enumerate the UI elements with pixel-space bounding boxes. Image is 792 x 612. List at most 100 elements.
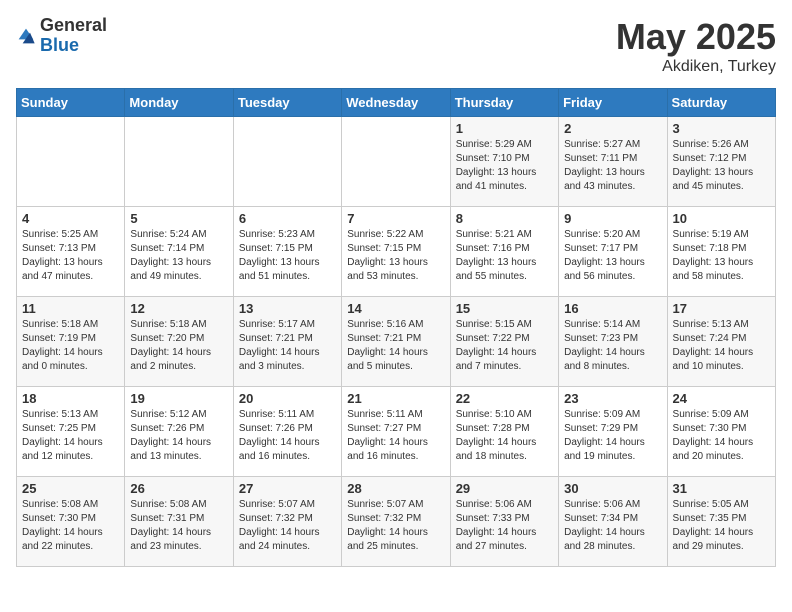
day-number: 14 — [347, 301, 444, 316]
table-row — [125, 117, 233, 207]
day-info: Sunrise: 5:09 AM Sunset: 7:29 PM Dayligh… — [564, 408, 661, 464]
day-number: 13 — [239, 301, 336, 316]
day-number: 11 — [22, 301, 119, 316]
table-row: 6 Sunrise: 5:23 AM Sunset: 7:15 PM Daylig… — [233, 207, 341, 297]
day-info: Sunrise: 5:14 AM Sunset: 7:23 PM Dayligh… — [564, 318, 661, 374]
day-number: 26 — [130, 481, 227, 496]
day-info: Sunrise: 5:06 AM Sunset: 7:34 PM Dayligh… — [564, 498, 661, 554]
table-row: 2 Sunrise: 5:27 AM Sunset: 7:11 PM Daylig… — [559, 117, 667, 207]
table-row: 8Sunrise: 5:21 AM Sunset: 7:16 PM Daylig… — [450, 207, 558, 297]
day-number: 6 — [239, 211, 336, 226]
day-info: Sunrise: 5:27 AM Sunset: 7:11 PM Dayligh… — [564, 138, 661, 194]
table-row: 1 Sunrise: 5:29 AM Sunset: 7:10 PM Daylig… — [450, 117, 558, 207]
table-row: 23 Sunrise: 5:09 AM Sunset: 7:29 PM Dayli… — [559, 387, 667, 477]
table-row: 22 Sunrise: 5:10 AM Sunset: 7:28 PM Dayli… — [450, 387, 558, 477]
day-number: 8 — [456, 211, 553, 226]
calendar-body: 1 Sunrise: 5:29 AM Sunset: 7:10 PM Daylig… — [17, 117, 776, 567]
day-number: 17 — [673, 301, 770, 316]
table-row — [17, 117, 125, 207]
weekday-thursday: Thursday — [450, 89, 558, 117]
title-block: May 2025 Akdiken, Turkey — [616, 16, 776, 76]
day-number: 29 — [456, 481, 553, 496]
calendar-header: Sunday Monday Tuesday Wednesday Thursday… — [17, 89, 776, 117]
day-number: 9 — [564, 211, 661, 226]
table-row: 9 Sunrise: 5:20 AM Sunset: 7:17 PM Daylig… — [559, 207, 667, 297]
logo-general-text: General — [40, 16, 107, 36]
day-number: 18 — [22, 391, 119, 406]
day-number: 2 — [564, 121, 661, 136]
logo: General Blue — [16, 16, 107, 56]
day-number: 7 — [347, 211, 444, 226]
table-row: 7 Sunrise: 5:22 AM Sunset: 7:15 PM Daylig… — [342, 207, 450, 297]
table-row: 31Sunrise: 5:05 AM Sunset: 7:35 PM Dayli… — [667, 477, 775, 567]
day-info: Sunrise: 5:06 AM Sunset: 7:33 PM Dayligh… — [456, 498, 553, 554]
weekday-sunday: Sunday — [17, 89, 125, 117]
day-info: Sunrise: 5:16 AM Sunset: 7:21 PM Dayligh… — [347, 318, 444, 374]
table-row: 3 Sunrise: 5:26 AM Sunset: 7:12 PM Daylig… — [667, 117, 775, 207]
day-number: 5 — [130, 211, 227, 226]
table-row: 19 Sunrise: 5:12 AM Sunset: 7:26 PM Dayli… — [125, 387, 233, 477]
day-number: 25 — [22, 481, 119, 496]
day-number: 16 — [564, 301, 661, 316]
table-row: 4Sunrise: 5:25 AM Sunset: 7:13 PM Daylig… — [17, 207, 125, 297]
day-number: 19 — [130, 391, 227, 406]
day-number: 10 — [673, 211, 770, 226]
day-info: Sunrise: 5:07 AM Sunset: 7:32 PM Dayligh… — [239, 498, 336, 554]
day-info: Sunrise: 5:26 AM Sunset: 7:12 PM Dayligh… — [673, 138, 770, 194]
day-info: Sunrise: 5:23 AM Sunset: 7:15 PM Dayligh… — [239, 228, 336, 284]
table-row: 26 Sunrise: 5:08 AM Sunset: 7:31 PM Dayli… — [125, 477, 233, 567]
day-info: Sunrise: 5:13 AM Sunset: 7:24 PM Dayligh… — [673, 318, 770, 374]
weekday-friday: Friday — [559, 89, 667, 117]
day-info: Sunrise: 5:08 AM Sunset: 7:30 PM Dayligh… — [22, 498, 119, 554]
day-number: 1 — [456, 121, 553, 136]
day-number: 15 — [456, 301, 553, 316]
day-info: Sunrise: 5:29 AM Sunset: 7:10 PM Dayligh… — [456, 138, 553, 194]
location-title: Akdiken, Turkey — [616, 58, 776, 76]
table-row — [342, 117, 450, 207]
day-number: 22 — [456, 391, 553, 406]
logo-icon — [16, 26, 36, 46]
day-info: Sunrise: 5:25 AM Sunset: 7:13 PM Dayligh… — [22, 228, 119, 284]
table-row: 28Sunrise: 5:07 AM Sunset: 7:32 PM Dayli… — [342, 477, 450, 567]
weekday-monday: Monday — [125, 89, 233, 117]
day-number: 23 — [564, 391, 661, 406]
day-number: 3 — [673, 121, 770, 136]
calendar-table: Sunday Monday Tuesday Wednesday Thursday… — [16, 88, 776, 567]
day-info: Sunrise: 5:18 AM Sunset: 7:20 PM Dayligh… — [130, 318, 227, 374]
weekday-tuesday: Tuesday — [233, 89, 341, 117]
table-row: 14 Sunrise: 5:16 AM Sunset: 7:21 PM Dayli… — [342, 297, 450, 387]
day-number: 24 — [673, 391, 770, 406]
day-info: Sunrise: 5:12 AM Sunset: 7:26 PM Dayligh… — [130, 408, 227, 464]
day-number: 21 — [347, 391, 444, 406]
page-header: General Blue May 2025 Akdiken, Turkey — [16, 16, 776, 76]
day-info: Sunrise: 5:11 AM Sunset: 7:26 PM Dayligh… — [239, 408, 336, 464]
table-row — [233, 117, 341, 207]
day-number: 28 — [347, 481, 444, 496]
day-info: Sunrise: 5:15 AM Sunset: 7:22 PM Dayligh… — [456, 318, 553, 374]
table-row: 18Sunrise: 5:13 AM Sunset: 7:25 PM Dayli… — [17, 387, 125, 477]
table-row: 5 Sunrise: 5:24 AM Sunset: 7:14 PM Daylig… — [125, 207, 233, 297]
day-info: Sunrise: 5:08 AM Sunset: 7:31 PM Dayligh… — [130, 498, 227, 554]
table-row: 20Sunrise: 5:11 AM Sunset: 7:26 PM Dayli… — [233, 387, 341, 477]
day-info: Sunrise: 5:24 AM Sunset: 7:14 PM Dayligh… — [130, 228, 227, 284]
table-row: 30 Sunrise: 5:06 AM Sunset: 7:34 PM Dayli… — [559, 477, 667, 567]
table-row: 13 Sunrise: 5:17 AM Sunset: 7:21 PM Dayli… — [233, 297, 341, 387]
table-row: 27Sunrise: 5:07 AM Sunset: 7:32 PM Dayli… — [233, 477, 341, 567]
day-number: 31 — [673, 481, 770, 496]
day-info: Sunrise: 5:20 AM Sunset: 7:17 PM Dayligh… — [564, 228, 661, 284]
table-row: 29 Sunrise: 5:06 AM Sunset: 7:33 PM Dayli… — [450, 477, 558, 567]
table-row: 10 Sunrise: 5:19 AM Sunset: 7:18 PM Dayli… — [667, 207, 775, 297]
weekday-wednesday: Wednesday — [342, 89, 450, 117]
table-row: 24Sunrise: 5:09 AM Sunset: 7:30 PM Dayli… — [667, 387, 775, 477]
day-info: Sunrise: 5:18 AM Sunset: 7:19 PM Dayligh… — [22, 318, 119, 374]
day-info: Sunrise: 5:10 AM Sunset: 7:28 PM Dayligh… — [456, 408, 553, 464]
month-title: May 2025 — [616, 16, 776, 58]
day-number: 12 — [130, 301, 227, 316]
table-row: 21Sunrise: 5:11 AM Sunset: 7:27 PM Dayli… — [342, 387, 450, 477]
table-row: 16 Sunrise: 5:14 AM Sunset: 7:23 PM Dayli… — [559, 297, 667, 387]
day-info: Sunrise: 5:19 AM Sunset: 7:18 PM Dayligh… — [673, 228, 770, 284]
day-info: Sunrise: 5:22 AM Sunset: 7:15 PM Dayligh… — [347, 228, 444, 284]
day-number: 30 — [564, 481, 661, 496]
table-row: 25 Sunrise: 5:08 AM Sunset: 7:30 PM Dayli… — [17, 477, 125, 567]
day-info: Sunrise: 5:17 AM Sunset: 7:21 PM Dayligh… — [239, 318, 336, 374]
